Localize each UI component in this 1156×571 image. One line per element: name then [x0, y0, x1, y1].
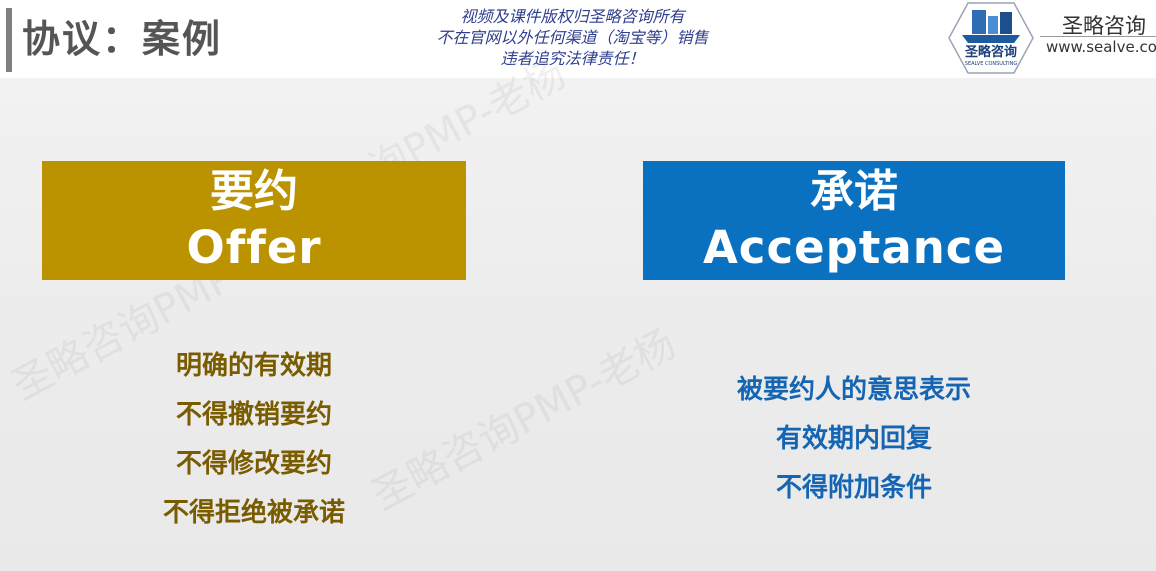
acceptance-points-list: 被要约人的意思表示 有效期内回复 不得附加条件 — [694, 366, 1014, 513]
offer-point: 不得拒绝被承诺 — [162, 498, 345, 528]
offer-point: 不得修改要约 — [175, 449, 332, 479]
offer-points-list: 明确的有效期 不得撤销要约 不得修改要约 不得拒绝被承诺 — [94, 342, 414, 538]
acceptance-title-cn: 承诺 — [810, 166, 898, 217]
logo-divider — [1040, 36, 1156, 37]
acceptance-point: 被要约人的意思表示 — [736, 375, 971, 405]
svg-text:圣略咨询: 圣略咨询 — [965, 44, 1017, 60]
offer-title-en: Offer — [186, 221, 322, 274]
offer-point: 明确的有效期 — [175, 351, 332, 381]
slide-header: 协议：案例 视频及课件版权归圣略咨询所有 不在官网以外任何渠道（淘宝等）销售 违… — [0, 0, 1156, 78]
acceptance-title-en: Acceptance — [702, 221, 1006, 274]
copyright-line: 不在官网以外任何渠道（淘宝等）销售 — [436, 28, 709, 47]
offer-title-cn: 要约 — [210, 166, 298, 217]
acceptance-point: 不得附加条件 — [775, 473, 932, 503]
offer-point: 不得撤销要约 — [175, 400, 332, 430]
acceptance-point: 有效期内回复 — [775, 424, 932, 454]
svg-text:SEALVE CONSULTING: SEALVE CONSULTING — [965, 61, 1018, 67]
copyright-notice: 视频及课件版权归圣略咨询所有 不在官网以外任何渠道（淘宝等）销售 违者追究法律责… — [400, 6, 745, 69]
copyright-line: 视频及课件版权归圣略咨询所有 — [460, 7, 685, 26]
acceptance-header-box: 承诺 Acceptance — [643, 161, 1065, 280]
sealve-logo-icon: 圣略咨询 SEALVE CONSULTING — [948, 2, 1034, 74]
offer-header-box: 要约 Offer — [42, 161, 466, 280]
slide-title: 协议：案例 — [22, 17, 223, 61]
title-accent-bar — [6, 8, 12, 72]
copyright-line: 违者追究法律责任！ — [500, 49, 645, 68]
company-url: www.sealve.co — [1046, 38, 1156, 56]
